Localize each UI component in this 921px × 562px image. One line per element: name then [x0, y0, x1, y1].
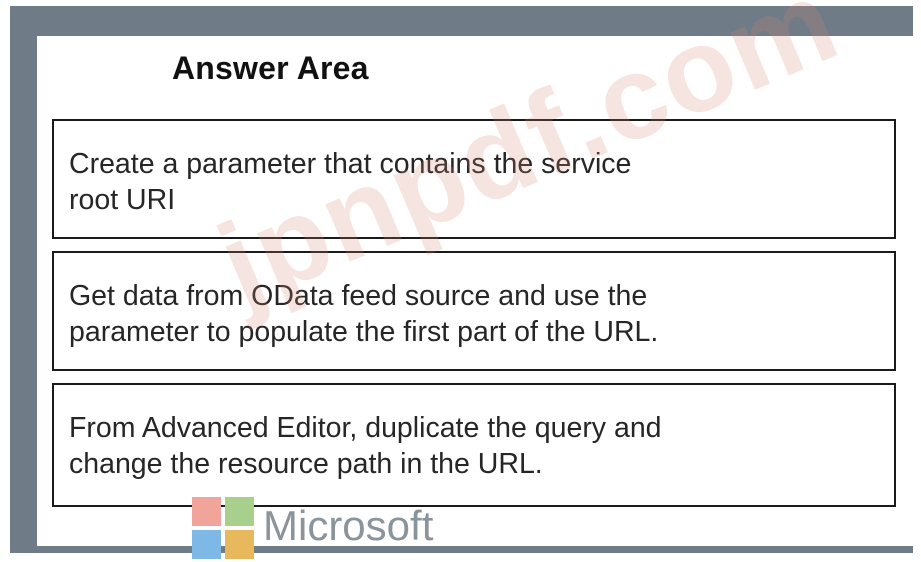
answer-item-2[interactable]: Get data from OData feed source and use … [52, 251, 896, 371]
logo-red-square [192, 497, 221, 526]
answer-item-3[interactable]: From Advanced Editor, duplicate the quer… [52, 383, 896, 507]
answer-area-heading: Answer Area [172, 50, 369, 86]
logo-yellow-square [225, 530, 254, 559]
microsoft-wordmark: Microsoft [263, 502, 434, 549]
logo-blue-square [192, 530, 221, 559]
answer-item-1[interactable]: Create a parameter that contains the ser… [52, 119, 896, 239]
microsoft-logo-icon [192, 497, 256, 561]
logo-green-square [225, 497, 254, 526]
